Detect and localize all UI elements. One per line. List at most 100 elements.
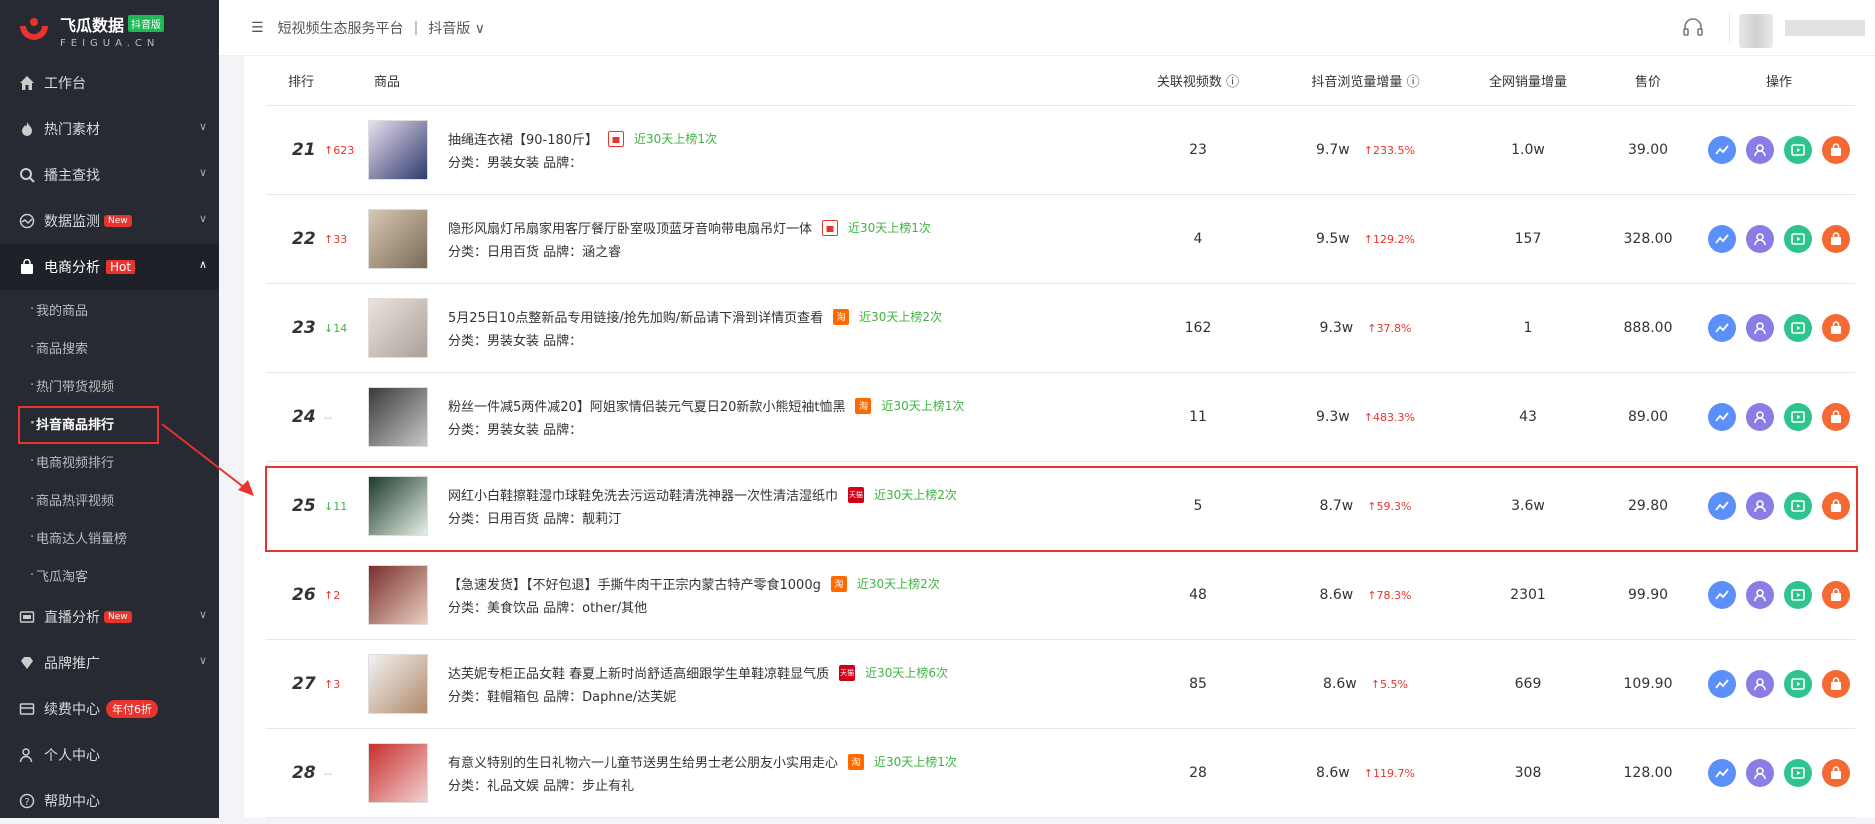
video-icon[interactable] [1784, 225, 1812, 253]
product-title[interactable]: 5月25日10点整新品专用链接/抢先加购/新品请下滑到详情页查看 [448, 307, 823, 326]
diamond-icon [18, 654, 36, 672]
creator-icon[interactable] [1746, 670, 1774, 698]
version-switch[interactable]: 抖音版 ∨ [428, 18, 485, 38]
video-icon[interactable] [1784, 403, 1812, 431]
rank-tag: 近30天上榜6次 [865, 666, 949, 680]
headset-icon[interactable] [1681, 16, 1705, 40]
shop-bag-icon[interactable] [1822, 225, 1850, 253]
video-icon[interactable] [1784, 314, 1812, 342]
table-row[interactable]: 23 ↓14 5月25日10点整新品专用链接/抢先加购/新品请下滑到详情页查看淘近3… [266, 284, 1855, 373]
product-title[interactable]: 【急速发货】【不好包退】手撕牛肉干正宗内蒙古特产零食1000g [448, 574, 821, 593]
nav-data-monitor[interactable]: 数据监测 New ∨ [0, 198, 219, 244]
header-videos[interactable]: 关联视频数 ⓘ [1128, 71, 1268, 90]
nav-help[interactable]: ? 帮助中心 [0, 778, 219, 824]
product-thumbnail[interactable] [368, 654, 428, 714]
table-row[interactable]: 21 ↑623 抽绳连衣裙【90-180斤】 近30天上榜1次 分类：男装女装 品牌： 2… [266, 106, 1855, 195]
sub-hot-videos[interactable]: 热门带货视频 [0, 366, 219, 404]
avatar[interactable] [1739, 14, 1773, 48]
username-blurred[interactable] [1785, 20, 1865, 36]
product-title[interactable]: 抽绳连衣裙【90-180斤】 [448, 129, 598, 148]
logo[interactable]: 飞瓜数据 抖音版 FEIGUA.CN [0, 0, 219, 60]
price-value: 888.00 [1623, 320, 1673, 336]
header-sales: 全网销量增量 [1488, 75, 1567, 90]
product-thumbnail[interactable] [368, 209, 428, 269]
trend-chart-icon[interactable] [1708, 670, 1736, 698]
product-thumbnail[interactable] [368, 298, 428, 358]
table-row[interactable]: 26 ↑2 【急速发货】【不好包退】手撕牛肉干正宗内蒙古特产零食1000g 淘近30天… [266, 551, 1855, 640]
table-row[interactable]: 24 -- 粉丝一件减5两件减20】阿姐家情侣装元气夏日20新款小熊短袖t恤黑淘近3… [266, 373, 1855, 462]
price-value: 328.00 [1623, 231, 1673, 247]
table-row[interactable]: 28 -- 有意义特别的生日礼物六一儿童节送男生给男士老公朋友小实用走心淘近30天上… [266, 729, 1855, 818]
trend-chart-icon[interactable] [1708, 403, 1736, 431]
nav-live-analysis[interactable]: 直播分析 New ∨ [0, 594, 219, 640]
shop-bag-icon[interactable] [1822, 136, 1850, 164]
sub-product-search[interactable]: 商品搜索 [0, 328, 219, 366]
creator-icon[interactable] [1746, 403, 1774, 431]
product-thumbnail[interactable] [368, 387, 428, 447]
product-title[interactable]: 达芙妮专柜正品女鞋 春夏上新时尚舒适高细跟学生单鞋凉鞋显气质 [448, 663, 829, 682]
nav-ecommerce[interactable]: 电商分析 Hot ∧ [0, 244, 219, 290]
nav-anchor-search[interactable]: 播主查找 ∨ [0, 152, 219, 198]
nav-workbench[interactable]: 工作台 [0, 60, 219, 106]
trend-chart-icon[interactable] [1708, 759, 1736, 787]
sub-feigua-taoke[interactable]: 飞瓜淘客 [0, 556, 219, 594]
shop-bag-icon[interactable] [1822, 403, 1850, 431]
menu-toggle-icon[interactable]: ☰ [251, 20, 264, 36]
table-row[interactable]: 25 ↓11 网红小白鞋擦鞋湿巾球鞋免洗去污运动鞋清洗神器一次性清洁湿纸巾 天猫 近30… [266, 462, 1855, 551]
table-row[interactable]: 22 ↑33 隐形风扇灯吊扇家用客厅餐厅卧室吸顶蓝牙音响带电扇吊灯一体 近30天上榜1… [266, 195, 1855, 284]
shop-bag-icon[interactable] [1822, 759, 1850, 787]
product-cell: 【急速发货】【不好包退】手撕牛肉干正宗内蒙古特产零食1000g 淘近30天上榜2次… [368, 565, 1128, 625]
user-icon [18, 746, 36, 764]
product-category: 分类：日用百货 品牌：靓莉汀 [448, 512, 622, 527]
product-thumbnail[interactable] [368, 743, 428, 803]
sales-value: 1 [1523, 320, 1533, 336]
product-title[interactable]: 有意义特别的生日礼物六一儿童节送男生给男士老公朋友小实用走心 [448, 752, 838, 771]
trend-chart-icon[interactable] [1708, 314, 1736, 342]
sales-value: 308 [1514, 765, 1542, 781]
product-thumbnail[interactable] [368, 565, 428, 625]
chevron-down-icon: ∨ [198, 608, 207, 621]
trend-chart-icon[interactable] [1708, 225, 1736, 253]
shop-bag-icon[interactable] [1822, 581, 1850, 609]
video-icon[interactable] [1784, 136, 1812, 164]
creator-icon[interactable] [1746, 225, 1774, 253]
nav-renewal[interactable]: 续费中心 年付6折 [0, 686, 219, 732]
table-row[interactable]: 27 ↑3 达芙妮专柜正品女鞋 春夏上新时尚舒适高细跟学生单鞋凉鞋显气质 天猫 近30天… [266, 640, 1855, 729]
creator-icon[interactable] [1746, 759, 1774, 787]
video-icon[interactable] [1784, 581, 1812, 609]
product-thumbnail[interactable] [368, 476, 428, 536]
rank-tag: 近30天上榜2次 [874, 488, 957, 502]
creator-icon[interactable] [1746, 492, 1774, 520]
nav-brand-promo[interactable]: 品牌推广 ∨ [0, 640, 219, 686]
creator-icon[interactable] [1746, 314, 1774, 342]
search-icon [18, 166, 36, 184]
shop-bag-icon[interactable] [1822, 670, 1850, 698]
header-videos-label: 关联视频数 [1156, 75, 1222, 90]
trend-chart-icon[interactable] [1708, 581, 1736, 609]
shop-bag-icon[interactable] [1822, 492, 1850, 520]
nav-label: 数据监测 [44, 214, 100, 230]
nav-profile[interactable]: 个人中心 [0, 732, 219, 778]
trend-chart-icon[interactable] [1708, 492, 1736, 520]
rank-change: ↓11 [324, 499, 348, 513]
trend-chart-icon[interactable] [1708, 136, 1736, 164]
sub-my-products[interactable]: 我的商品 [0, 290, 219, 328]
shop-bag-icon[interactable] [1822, 314, 1850, 342]
video-icon[interactable] [1784, 492, 1812, 520]
header-views[interactable]: 抖音浏览量增量 ⓘ [1268, 71, 1463, 90]
video-count: 4 [1193, 231, 1203, 247]
product-title[interactable]: 网红小白鞋擦鞋湿巾球鞋免洗去污运动鞋清洗神器一次性清洁湿纸巾 [448, 485, 838, 504]
video-icon[interactable] [1784, 759, 1812, 787]
product-thumbnail[interactable] [368, 120, 428, 180]
product-cell: 隐形风扇灯吊扇家用客厅餐厅卧室吸顶蓝牙音响带电扇吊灯一体 近30天上榜1次 分类：日… [368, 209, 1128, 269]
creator-icon[interactable] [1746, 581, 1774, 609]
views-value: 9.3w [1316, 409, 1350, 425]
rank-tag: 近30天上榜1次 [881, 399, 965, 413]
chevron-down-icon: ∨ [474, 20, 485, 37]
sub-creator-sales-rank[interactable]: 电商达人销量榜 [0, 518, 219, 556]
creator-icon[interactable] [1746, 136, 1774, 164]
video-icon[interactable] [1784, 670, 1812, 698]
product-title[interactable]: 粉丝一件减5两件减20】阿姐家情侣装元气夏日20新款小熊短袖t恤黑 [448, 396, 845, 415]
nav-hot-material[interactable]: 热门素材 ∨ [0, 106, 219, 152]
product-title[interactable]: 隐形风扇灯吊扇家用客厅餐厅卧室吸顶蓝牙音响带电扇吊灯一体 [448, 218, 812, 237]
